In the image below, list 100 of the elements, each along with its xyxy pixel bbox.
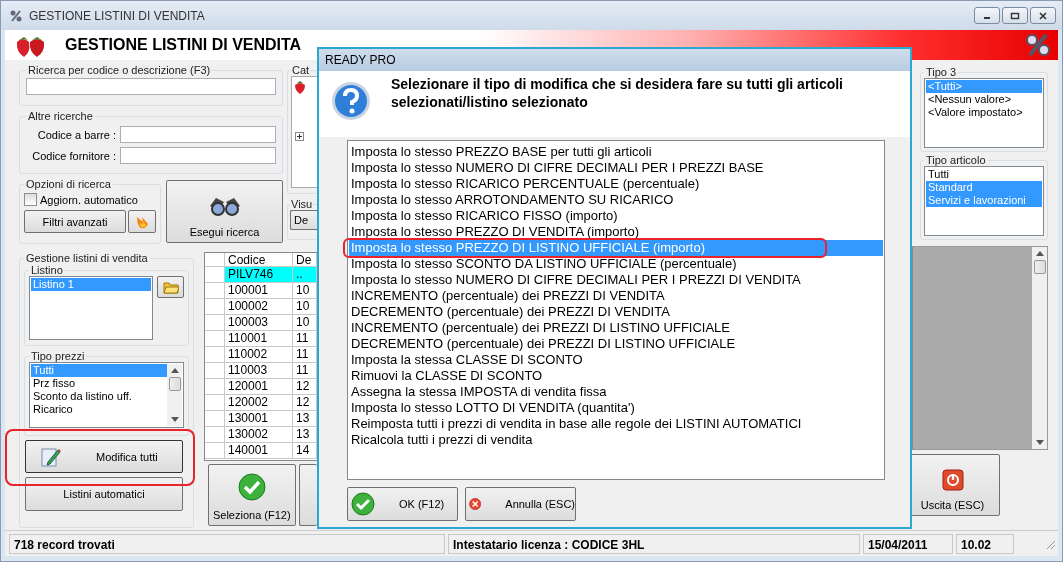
advanced-filters-button[interactable]: Filtri avanzati — [24, 210, 126, 233]
checkbox-label: Aggiorn. automatico — [40, 193, 138, 206]
scroll-down-icon[interactable] — [1035, 440, 1044, 445]
search-field[interactable] — [26, 78, 276, 95]
list-item[interactable]: INCREMENTO (percentuale) dei PREZZI DI LISTINO UFFICIALE — [349, 320, 883, 336]
list-item[interactable]: Prz fisso — [31, 377, 167, 390]
field-label: Codice fornitore : — [32, 149, 116, 162]
list-item[interactable]: Ricalcola tutti i prezzi di vendita — [349, 432, 883, 448]
list-item[interactable]: Imposta la stessa CLASSE DI SCONTO — [349, 352, 883, 368]
percent-icon — [1024, 33, 1052, 57]
maximize-icon — [1010, 10, 1020, 21]
list-item[interactable]: Imposta lo stesso ARROTONDAMENTO SU RICARICO — [349, 192, 883, 208]
table-cell: 120001 — [225, 379, 293, 395]
row-header-cell[interactable] — [205, 411, 225, 427]
list-item[interactable]: <Valore impostato> — [926, 106, 1042, 119]
strawberry-icon — [294, 80, 306, 94]
minimize-icon — [984, 17, 990, 19]
ok-button[interactable]: OK (F12) — [347, 487, 458, 521]
maximize-button[interactable] — [1002, 7, 1028, 24]
view-button[interactable]: De — [290, 210, 317, 230]
row-header-cell[interactable] — [205, 331, 225, 347]
run-search-button[interactable]: Esegui ricerca — [166, 180, 283, 243]
list-item[interactable]: Rimuovi la CLASSE DI SCONTO — [349, 368, 883, 384]
row-header-cell[interactable] — [205, 363, 225, 379]
row-header-cell[interactable] — [205, 379, 225, 395]
scroll-up-icon[interactable] — [170, 368, 179, 373]
status-time: 10.02 — [956, 533, 1014, 554]
input-field[interactable] — [120, 147, 276, 164]
group-label: Tipo articolo — [925, 154, 987, 166]
table-cell: 100002 — [225, 299, 293, 315]
expand-icon[interactable] — [295, 132, 304, 141]
row-header-cell[interactable] — [205, 283, 225, 299]
group-label: Altre ricerche — [27, 110, 94, 122]
list-item[interactable]: Imposta lo stesso PREZZO BASE per tutti gli articoli — [349, 144, 883, 160]
question-icon — [331, 81, 371, 121]
minimize-button[interactable] — [974, 7, 1000, 24]
button-edge — [298, 464, 317, 526]
row-header-cell[interactable] — [205, 299, 225, 315]
power-icon — [941, 469, 964, 491]
list-item[interactable]: Assegna la stessa IMPOSTA di vendita fissa — [349, 384, 883, 400]
row-header-cell[interactable] — [205, 315, 225, 331]
scroll-thumb[interactable] — [168, 377, 181, 391]
group-label: Opzioni di ricerca — [25, 178, 112, 190]
list-item[interactable]: Imposta lo stesso PREZZO DI VENDITA (importo) — [349, 224, 883, 240]
scroll-thumb[interactable] — [1033, 260, 1046, 274]
list-item[interactable]: Imposta lo stesso SCONTO DA LISTINO UFFICIALE (percentuale) — [349, 256, 883, 272]
cancel-button[interactable]: Annulla (ESC) — [465, 487, 576, 521]
dialog-message: Selezionare il tipo di modifica che si desidera fare su tutti gli articoli selezionati/listino selezionato — [391, 75, 844, 111]
table-cell: PILV746 — [225, 267, 293, 283]
close-icon — [1038, 10, 1048, 21]
folder-button[interactable] — [157, 276, 184, 298]
scrollbar[interactable] — [167, 364, 182, 426]
list-item[interactable]: Ricarico — [31, 403, 167, 416]
input-field[interactable] — [120, 126, 276, 143]
percent-icon — [9, 8, 23, 23]
group-label: Visu — [290, 198, 314, 210]
list-item[interactable]: Tutti — [926, 168, 1042, 181]
row-header-cell[interactable] — [205, 395, 225, 411]
list-item[interactable]: DECREMENTO (percentuale) dei PREZZI DI VENDITA — [349, 304, 883, 320]
scroll-down-icon[interactable] — [170, 417, 179, 422]
edit-all-button[interactable]: Modifica tutti — [25, 440, 183, 473]
row-header-cell[interactable] — [205, 443, 225, 459]
list-item[interactable]: Reimposta tutti i prezzi di vendita in base alle regole dei LISTINI AUTOMATICI — [349, 416, 883, 432]
row-header-cell[interactable] — [205, 347, 225, 363]
group-label: Gestione listini di vendita — [25, 252, 149, 264]
row-header-cell[interactable] — [205, 427, 225, 443]
list-item[interactable]: Imposta lo stesso NUMERO DI CIFRE DECIMALI PER I PREZZI DI VENDITA — [349, 272, 883, 288]
table-cell: 100001 — [225, 283, 293, 299]
select-button[interactable]: Seleziona (F12) — [208, 464, 296, 526]
list-item[interactable]: DECREMENTO (percentuale) dei PREZZI DI LISTINO UFFICIALE — [349, 336, 883, 352]
list-item[interactable]: Imposta lo stesso NUMERO DI CIFRE DECIMALI PER I PREZZI BASE — [349, 160, 883, 176]
group-label: Cat — [291, 64, 311, 76]
auto-lists-button[interactable]: Listini automatici — [25, 477, 183, 511]
dialog-title: READY PRO — [325, 53, 396, 67]
status-text: Intestatario licenza : CODICE 3HL — [448, 533, 860, 554]
table-cell: .. — [293, 267, 317, 283]
group-label: Tipo prezzi — [30, 350, 86, 362]
folder-icon — [162, 280, 179, 294]
status-text: 718 record trovati — [9, 533, 445, 554]
field-label: Codice a barre : — [37, 128, 116, 141]
status-date: 15/04/2011 — [863, 533, 953, 554]
row-header-cell[interactable] — [205, 267, 225, 283]
list-item[interactable]: <Nessun valore> — [926, 93, 1042, 106]
scroll-up-icon[interactable] — [1035, 251, 1044, 256]
list-item[interactable]: Imposta lo stesso RICARICO PERCENTUALE (percentuale) — [349, 176, 883, 192]
page-heading: GESTIONE LISTINI DI VENDITA — [65, 36, 302, 54]
list-item[interactable]: Sconto da listino uff. — [31, 390, 167, 403]
table-cell: 110002 — [225, 347, 293, 363]
flame-button[interactable] — [128, 210, 156, 233]
table-cell: 120002 — [225, 395, 293, 411]
table-cell: 110003 — [225, 363, 293, 379]
table-cell: 130002 — [225, 427, 293, 443]
list-item[interactable]: Imposta lo stesso RICARICO FISSO (importo) — [349, 208, 883, 224]
group-label: Tipo 3 — [925, 66, 958, 78]
close-button[interactable] — [1030, 7, 1056, 24]
checkbox[interactable] — [24, 193, 37, 206]
group-label: Listino — [30, 264, 64, 276]
list-item[interactable]: Imposta lo stesso LOTTO DI VENDITA (quantita') — [349, 400, 883, 416]
table-cell: 140001 — [225, 443, 293, 459]
list-item[interactable]: INCREMENTO (percentuale) dei PREZZI DI VENDITA — [349, 288, 883, 304]
